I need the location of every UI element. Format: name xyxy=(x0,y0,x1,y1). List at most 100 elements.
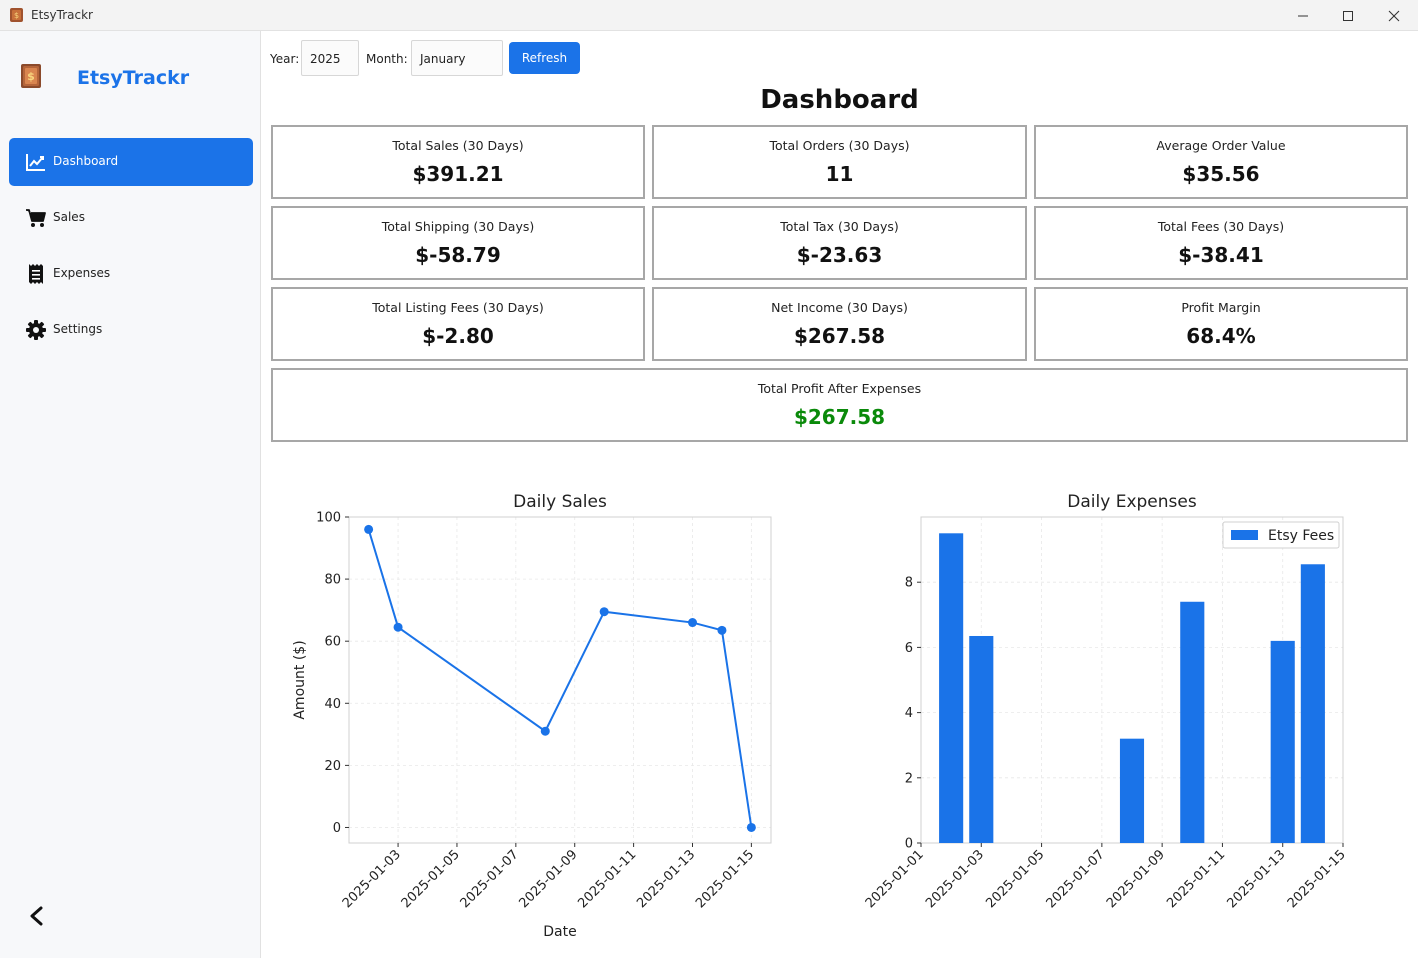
metric-label: Average Order Value xyxy=(1156,138,1286,153)
y-tick-label: 80 xyxy=(324,573,341,588)
close-icon xyxy=(1388,10,1400,21)
sales-data-point xyxy=(364,524,374,534)
x-tick-label: 2025-01-13 xyxy=(1225,847,1289,911)
sales-data-point xyxy=(540,726,550,736)
y-tick-label: 0 xyxy=(905,837,913,852)
metric-value: $35.56 xyxy=(1182,162,1260,186)
sidebar-item-sales[interactable]: Sales xyxy=(9,194,253,242)
sidebar-item-settings[interactable]: Settings xyxy=(9,306,253,354)
metric-card-total-profit: Total Profit After Expenses $267.58 xyxy=(271,368,1408,442)
metric-label: Total Shipping (30 Days) xyxy=(381,219,535,234)
receipt-icon xyxy=(29,264,43,284)
metric-card-total-tax: Total Tax (30 Days) $-23.63 xyxy=(652,206,1027,280)
legend-swatch xyxy=(1231,530,1258,540)
expense-bar xyxy=(1300,564,1325,843)
metric-value: 11 xyxy=(825,162,854,186)
svg-text:$: $ xyxy=(14,11,19,20)
sales-series-line xyxy=(367,529,753,828)
metric-card-total-sales: Total Sales (30 Days) $391.21 xyxy=(271,125,645,199)
x-tick-label: 2025-01-07 xyxy=(458,847,522,911)
x-tick-label: 2025-01-01 xyxy=(863,847,927,911)
x-tick-label: 2025-01-15 xyxy=(1285,847,1349,911)
year-label: Year: xyxy=(270,52,300,66)
metric-value: $-58.79 xyxy=(415,243,501,267)
sidebar-item-expenses[interactable]: Expenses xyxy=(9,250,253,298)
sidebar-item-label: Expenses xyxy=(53,266,111,280)
metric-value: $-38.41 xyxy=(1178,243,1264,267)
sidebar-item-label: Settings xyxy=(53,322,103,336)
y-tick-label: 8 xyxy=(905,576,913,591)
maximize-button[interactable] xyxy=(1325,0,1371,31)
chart-line-icon xyxy=(26,154,45,171)
legend-label: Etsy Fees xyxy=(1268,528,1334,544)
expense-bar xyxy=(969,635,994,843)
collapse-sidebar-button[interactable] xyxy=(26,904,48,928)
y-axis-label: Amount ($) xyxy=(292,640,308,719)
page-title: Dashboard xyxy=(760,85,919,115)
metric-label: Total Fees (30 Days) xyxy=(1157,219,1285,234)
metric-label: Total Sales (30 Days) xyxy=(392,138,524,153)
plot-frame xyxy=(348,516,772,844)
metric-card-total-fees: Total Fees (30 Days) $-38.41 xyxy=(1034,206,1408,280)
metric-label: Profit Margin xyxy=(1181,300,1261,315)
y-tick-label: 60 xyxy=(324,635,341,650)
expense-bar xyxy=(1270,640,1295,843)
minimize-icon xyxy=(1298,15,1308,16)
maximize-icon xyxy=(1343,10,1353,21)
metric-card-total-listing-fees: Total Listing Fees (30 Days) $-2.80 xyxy=(271,287,645,361)
y-tick-label: 0 xyxy=(333,821,341,836)
metric-label: Net Income (30 Days) xyxy=(771,300,908,315)
minimize-button[interactable] xyxy=(1280,0,1326,31)
sales-data-point xyxy=(393,622,403,632)
metric-value: $391.21 xyxy=(412,162,504,186)
daily-expenses-chart: 024682025-01-012025-01-032025-01-052025-… xyxy=(863,492,1349,911)
y-tick-label: 2 xyxy=(905,771,913,786)
wallet-logo-icon: $ xyxy=(21,64,41,88)
sidebar-item-dashboard[interactable]: Dashboard xyxy=(9,138,253,186)
gear-icon xyxy=(26,320,46,340)
expense-bar xyxy=(939,533,964,843)
y-tick-label: 40 xyxy=(324,697,341,712)
x-tick-label: 2025-01-07 xyxy=(1044,847,1108,911)
metric-label: Total Listing Fees (30 Days) xyxy=(372,300,544,315)
refresh-button[interactable]: Refresh xyxy=(509,42,580,74)
window-title: EtsyTrackr xyxy=(31,8,93,22)
x-tick-label: 2025-01-11 xyxy=(1164,847,1228,911)
close-button[interactable] xyxy=(1371,0,1417,31)
x-tick-label: 2025-01-05 xyxy=(399,847,463,911)
metric-card-average-order-value: Average Order Value $35.56 xyxy=(1034,125,1408,199)
y-tick-label: 4 xyxy=(905,706,913,721)
sales-data-point xyxy=(687,618,697,628)
x-axis-label: Date xyxy=(543,924,576,940)
sales-data-point xyxy=(746,822,756,832)
chart-title: Daily Expenses xyxy=(1067,492,1197,512)
shopping-cart-icon xyxy=(26,209,46,227)
year-field[interactable]: 2025 xyxy=(301,40,359,76)
metric-label: Total Tax (30 Days) xyxy=(780,219,899,234)
y-tick-label: 100 xyxy=(316,511,341,526)
x-tick-label: 2025-01-13 xyxy=(634,847,698,911)
daily-sales-chart: 0204060801002025-01-032025-01-052025-01-… xyxy=(292,492,772,940)
metric-value: $-2.80 xyxy=(422,324,494,348)
sidebar-item-label: Sales xyxy=(53,210,85,224)
month-field[interactable]: January xyxy=(411,40,503,76)
metric-value: $267.58 xyxy=(793,405,886,429)
metric-card-net-income: Net Income (30 Days) $267.58 xyxy=(652,287,1027,361)
metric-label: Total Orders (30 Days) xyxy=(769,138,910,153)
expense-bar xyxy=(1180,601,1205,843)
app-icon: $ xyxy=(10,8,23,22)
sales-data-point xyxy=(599,607,609,617)
metric-value: $-23.63 xyxy=(796,243,883,267)
svg-text:$: $ xyxy=(27,70,35,83)
sidebar-item-label: Dashboard xyxy=(53,154,119,168)
metric-card-profit-margin: Profit Margin 68.4% xyxy=(1034,287,1408,361)
month-label: Month: xyxy=(366,52,408,66)
metric-card-total-shipping: Total Shipping (30 Days) $-58.79 xyxy=(271,206,645,280)
x-tick-label: 2025-01-03 xyxy=(923,847,987,911)
x-tick-label: 2025-01-09 xyxy=(517,847,581,911)
metric-label: Total Profit After Expenses xyxy=(757,381,922,396)
y-tick-label: 6 xyxy=(905,641,913,656)
x-tick-label: 2025-01-15 xyxy=(693,847,757,911)
metric-value: $267.58 xyxy=(793,324,886,348)
sidebar: $ EtsyTrackr Dashboard Sales Expenses Se… xyxy=(0,31,261,958)
